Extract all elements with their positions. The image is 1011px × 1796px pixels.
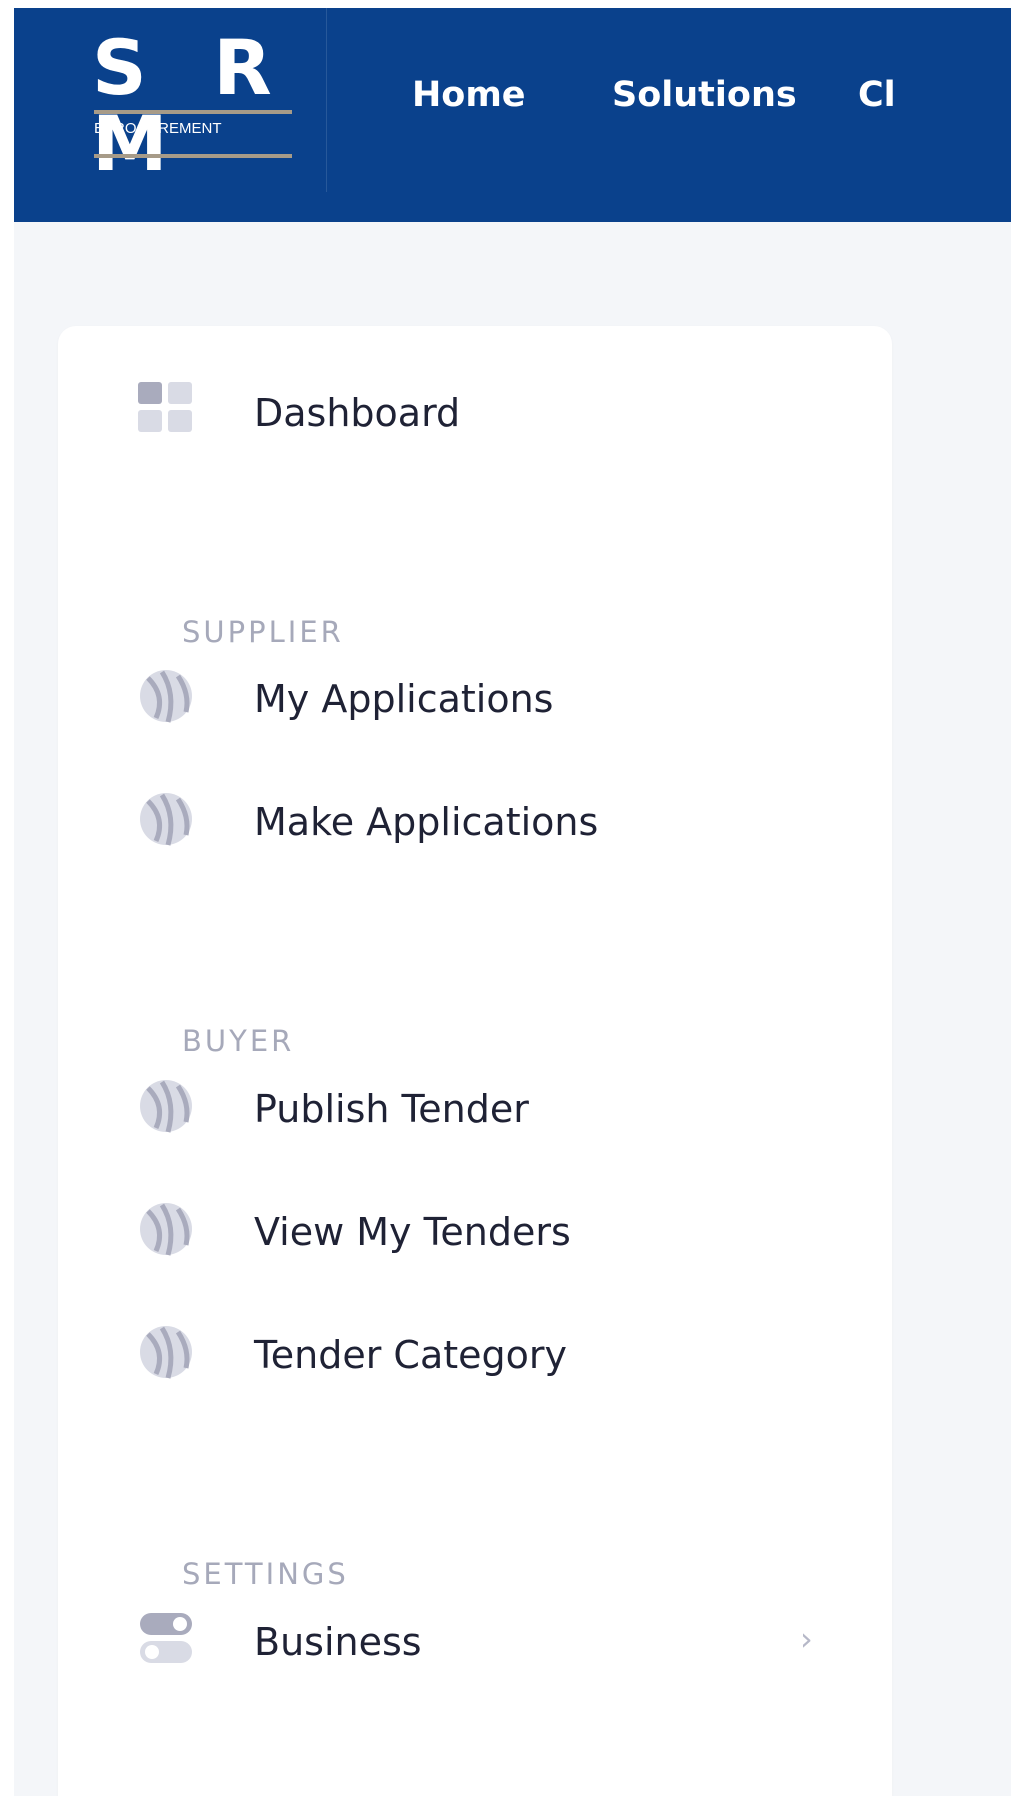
section-title-buyer: BUYER xyxy=(182,1024,295,1058)
sidebar-item-label: Make Applications xyxy=(254,800,599,844)
nav-solutions[interactable]: Solutions xyxy=(612,78,797,113)
abstract-sphere-icon xyxy=(138,1201,194,1257)
logo-wordmark: S R M xyxy=(92,23,292,188)
sidebar-item-business[interactable]: Business › xyxy=(58,1599,892,1679)
sidebar-item-label: My Applications xyxy=(254,677,554,721)
sidebar-item-label: Publish Tender xyxy=(254,1087,529,1131)
section-title-settings: SETTINGS xyxy=(182,1557,349,1591)
sidebar-item-label: Business xyxy=(254,1620,422,1664)
sidebar-menu: Dashboard SUPPLIER My Applications Make … xyxy=(58,326,892,1796)
srm-logo[interactable]: S R M EPROCUREMENT xyxy=(14,8,327,192)
sidebar-item-label: View My Tenders xyxy=(254,1210,571,1254)
logo-subtitle: EPROCUREMENT xyxy=(94,120,222,137)
abstract-sphere-icon xyxy=(138,1324,194,1380)
abstract-sphere-icon xyxy=(138,668,194,724)
abstract-sphere-icon xyxy=(138,791,194,847)
sidebar-item-my-applications[interactable]: My Applications xyxy=(58,656,892,736)
nav-clients[interactable]: Cl xyxy=(858,78,896,113)
logo-divider-top xyxy=(94,110,292,114)
top-navigation-bar: S R M EPROCUREMENT Home Solutions Cl xyxy=(14,8,1011,222)
sidebar-item-label: Dashboard xyxy=(254,391,461,435)
nav-home[interactable]: Home xyxy=(412,78,526,113)
sidebar-item-view-my-tenders[interactable]: View My Tenders xyxy=(58,1189,892,1269)
sidebar-item-make-applications[interactable]: Make Applications xyxy=(58,779,892,859)
sidebar-item-label: Tender Category xyxy=(254,1333,567,1377)
sidebar-item-dashboard[interactable]: Dashboard xyxy=(58,370,892,450)
abstract-sphere-icon xyxy=(138,1078,194,1134)
dashboard-grid-icon xyxy=(138,382,194,438)
app-viewport: S R M EPROCUREMENT Home Solutions Cl Das… xyxy=(14,8,1011,1796)
chevron-right-icon: › xyxy=(800,1620,813,1658)
sidebar-item-tender-category[interactable]: Tender Category xyxy=(58,1312,892,1392)
toggle-icon xyxy=(138,1611,194,1667)
sidebar-item-publish-tender[interactable]: Publish Tender xyxy=(58,1066,892,1146)
logo-divider-bottom xyxy=(94,154,292,158)
section-title-supplier: SUPPLIER xyxy=(182,615,344,649)
